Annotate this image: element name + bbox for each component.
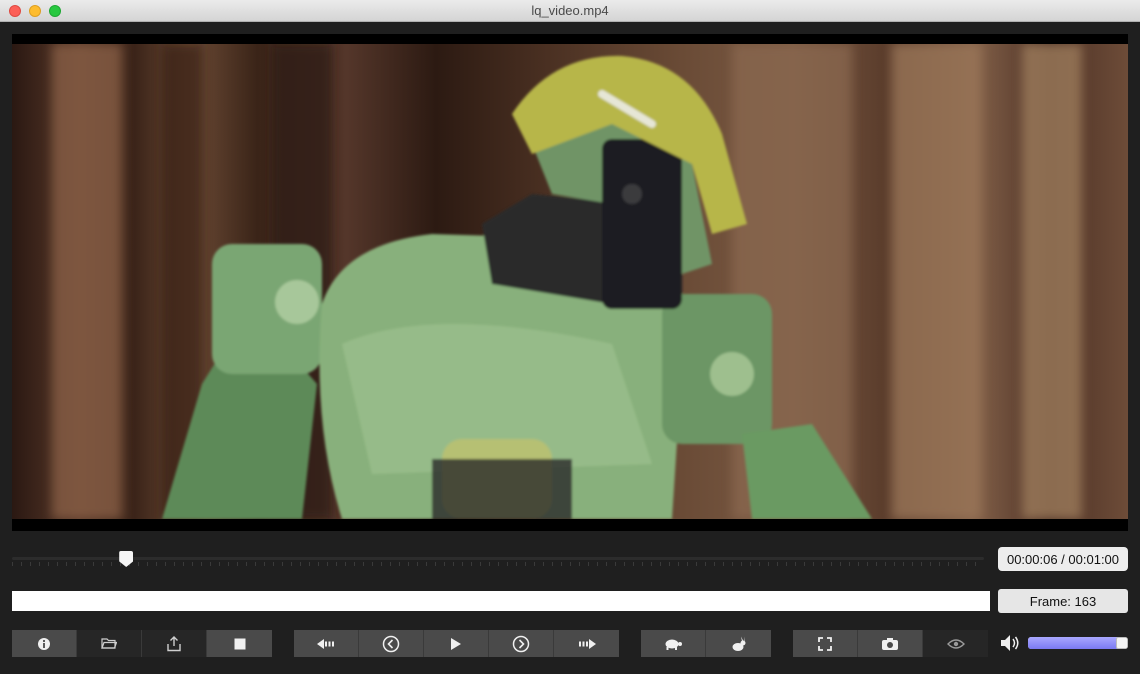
speed-controls-group — [641, 630, 771, 657]
prev-frame-button[interactable] — [359, 630, 424, 657]
window-title: lq_video.mp4 — [531, 3, 609, 18]
seek-slider[interactable] — [12, 548, 984, 570]
info-button[interactable] — [12, 630, 77, 657]
snapshot-button[interactable] — [858, 630, 923, 657]
volume-slider[interactable] — [1028, 637, 1128, 649]
slow-speed-button[interactable] — [641, 630, 706, 657]
time-display: 00:00:06 / 00:01:00 — [998, 547, 1128, 571]
camera-icon — [882, 637, 898, 650]
chevron-left-circle-icon — [382, 635, 400, 652]
share-icon — [167, 635, 181, 651]
visibility-button[interactable] — [923, 630, 988, 657]
volume-level-fill — [1028, 637, 1118, 649]
fast-forward-button[interactable] — [554, 630, 619, 657]
seek-track[interactable] — [12, 557, 984, 560]
video-player-window: lq_video.mp4 00:00:06 / 00:01:00 Frame: … — [0, 0, 1140, 674]
fullscreen-icon — [818, 636, 832, 651]
stop-icon — [234, 638, 245, 649]
robot-scene-image — [52, 44, 1082, 519]
play-button[interactable] — [424, 630, 489, 657]
turtle-icon — [665, 639, 682, 650]
folder-icon — [101, 638, 117, 649]
video-display[interactable] — [12, 34, 1128, 531]
video-frame-image — [12, 44, 1128, 519]
playback-controls-group — [294, 630, 619, 657]
export-button[interactable] — [142, 630, 207, 657]
speaker-icon[interactable] — [1000, 634, 1022, 652]
stop-button[interactable] — [207, 630, 272, 657]
chevron-right-circle-icon — [512, 635, 530, 652]
rewind-icon — [317, 638, 334, 649]
fast-speed-button[interactable] — [706, 630, 771, 657]
eye-icon — [946, 638, 965, 649]
next-frame-button[interactable] — [489, 630, 554, 657]
frame-counter: Frame: 163 — [998, 589, 1128, 613]
fast-forward-icon — [578, 638, 596, 649]
play-icon — [451, 637, 461, 650]
rabbit-icon — [732, 636, 745, 651]
fullscreen-button[interactable] — [793, 630, 858, 657]
open-folder-button[interactable] — [77, 630, 142, 657]
info-icon — [38, 637, 50, 650]
title-bar: lq_video.mp4 — [0, 0, 1140, 22]
frame-progress-bar[interactable] — [12, 591, 990, 611]
file-controls-group — [12, 630, 272, 657]
view-controls-group — [793, 630, 988, 657]
volume-thumb[interactable] — [1116, 637, 1128, 649]
rewind-button[interactable] — [294, 630, 359, 657]
seek-tick-marks — [12, 562, 984, 566]
